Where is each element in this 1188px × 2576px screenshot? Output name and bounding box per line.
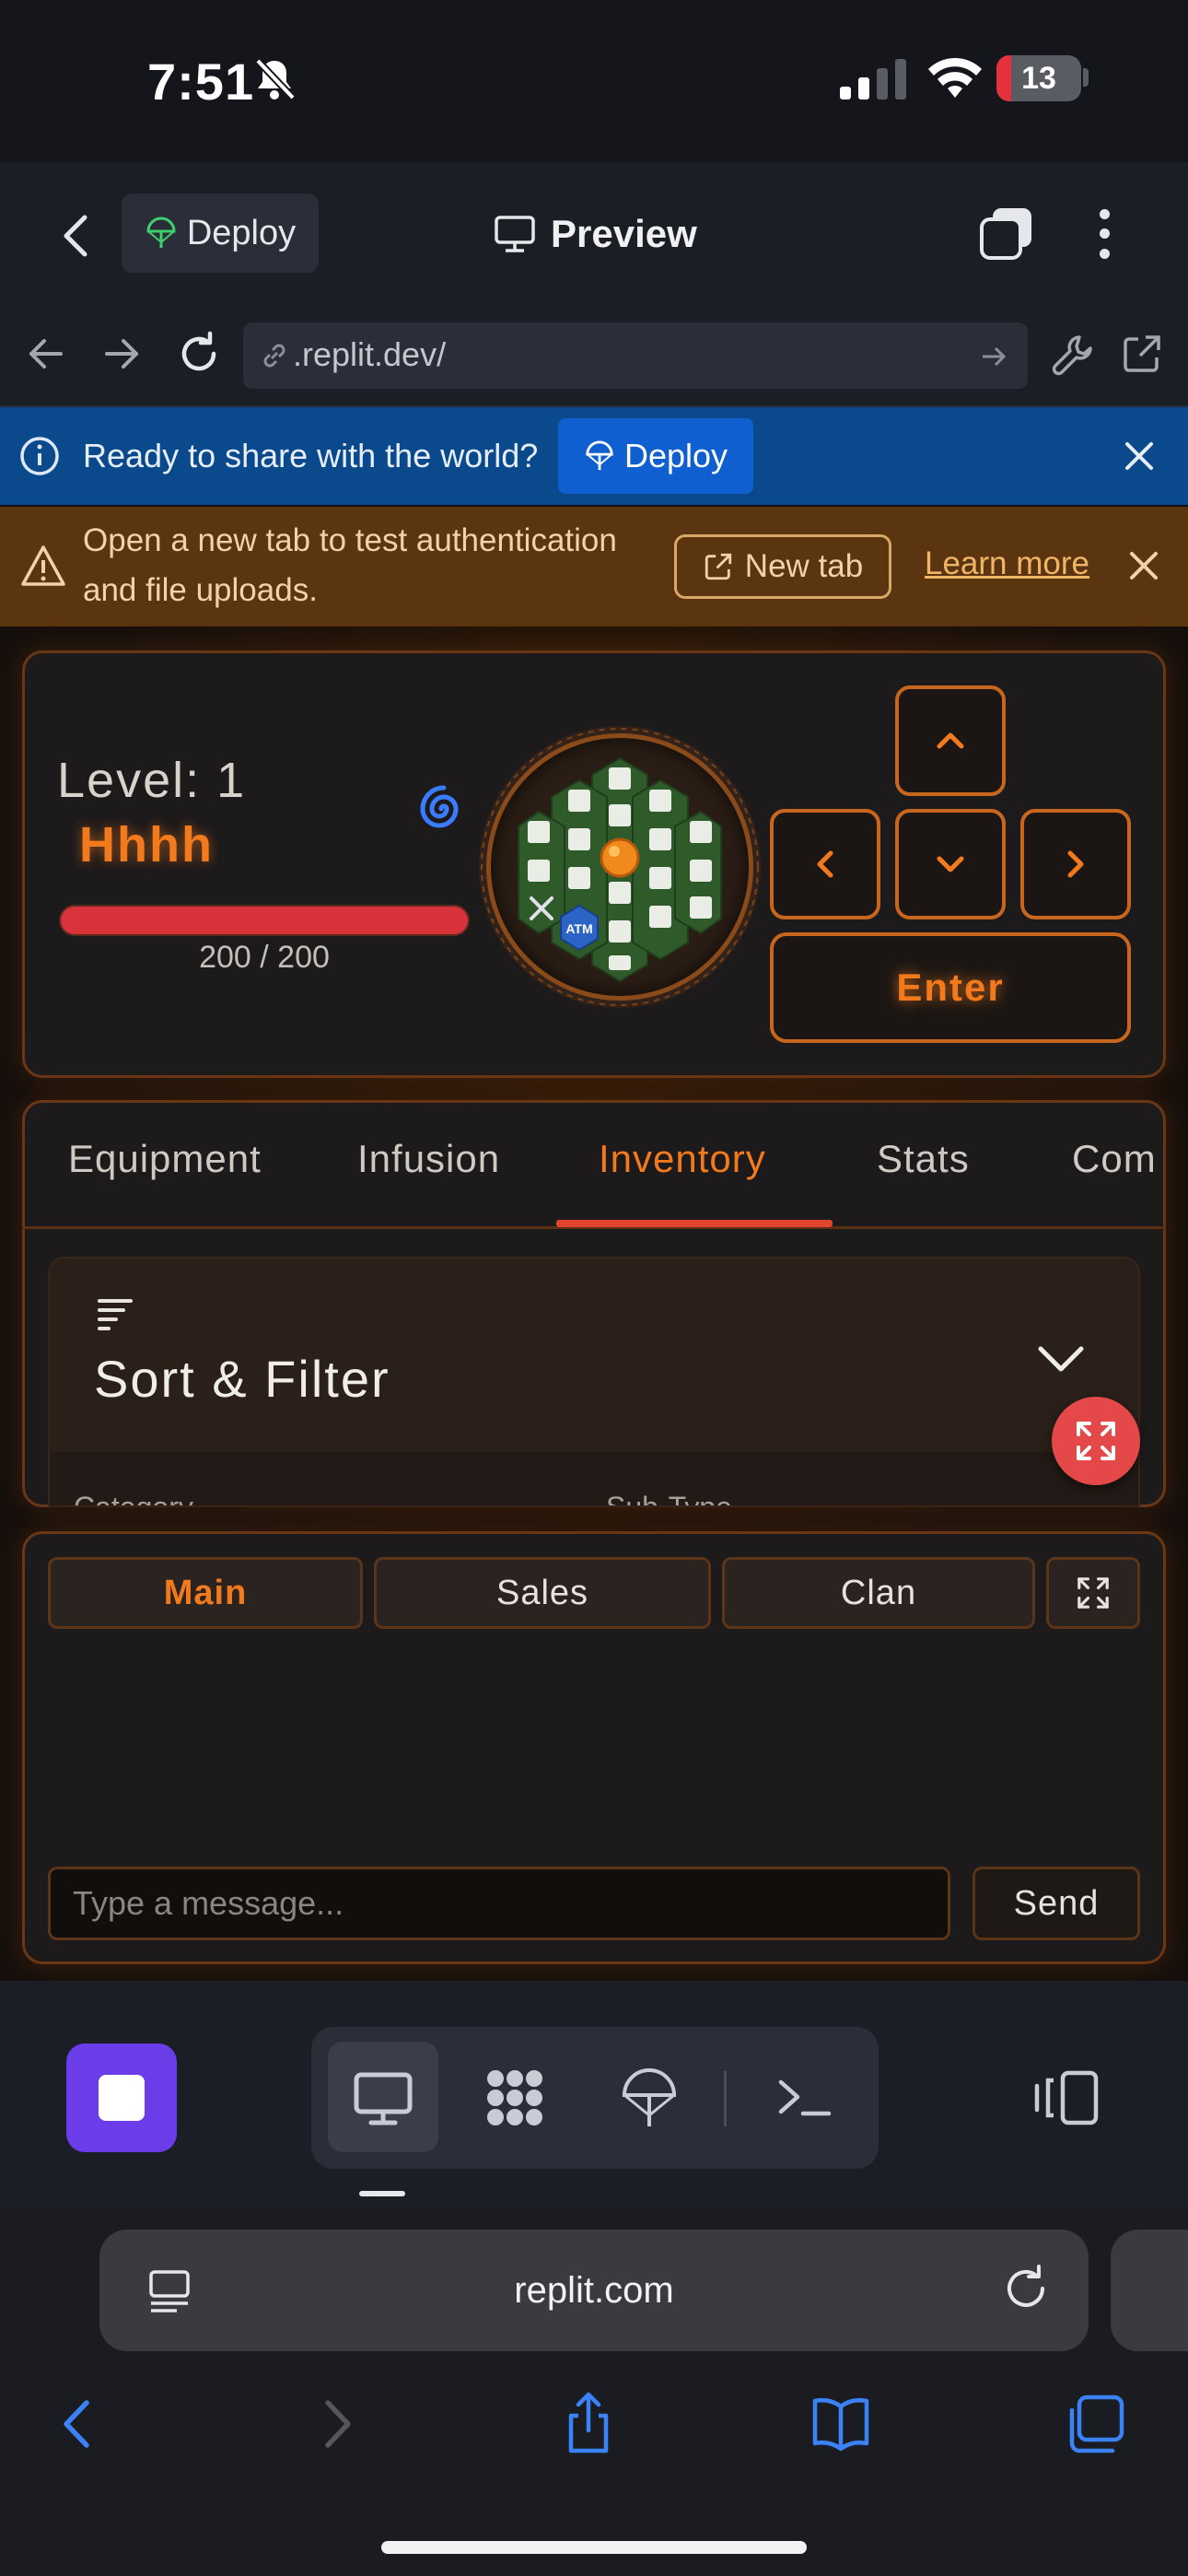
chat-message-input[interactable]: Type a message... [48, 1867, 950, 1940]
chat-placeholder: Type a message... [73, 1884, 344, 1922]
deploy-icon[interactable] [617, 2066, 681, 2130]
tab-combat[interactable]: Com [1072, 1137, 1157, 1181]
tabs-overview-icon[interactable] [1063, 2392, 1127, 2456]
chevron-down-icon [937, 856, 964, 872]
silent-bell-icon [255, 58, 296, 100]
info-icon [20, 437, 59, 475]
tabs-icon[interactable] [978, 205, 1035, 263]
hp-bar [59, 905, 470, 936]
level-label: Level: 1 [57, 753, 247, 808]
arrow-left-icon[interactable] [26, 334, 66, 374]
chevron-right-icon [1067, 850, 1084, 878]
url-bar[interactable]: .replit.dev/ [243, 322, 1028, 389]
status-time: 7:51 [147, 53, 255, 111]
level-value: 1 [216, 753, 247, 808]
share-icon[interactable] [556, 2392, 621, 2456]
tab-inventory[interactable]: Inventory [599, 1137, 766, 1181]
expand-arrows-icon [1077, 1577, 1109, 1609]
wifi-icon [928, 57, 982, 98]
stop-icon [99, 2075, 145, 2121]
send-button[interactable]: Send [973, 1867, 1140, 1940]
category-label: Category [74, 1491, 193, 1505]
chevron-left-icon [817, 850, 833, 878]
deploy-icon [586, 440, 613, 471]
battery-indicator: 13 [996, 55, 1081, 101]
chat-channel-sales[interactable]: Sales [374, 1557, 711, 1629]
dock-page-indicator [359, 2191, 405, 2196]
back-chevron-icon[interactable] [57, 212, 94, 260]
minimap-dashed-ring [481, 728, 759, 1006]
split-view-icon[interactable] [1031, 2069, 1101, 2126]
tab-equipment[interactable]: Equipment [68, 1137, 262, 1181]
move-up-button[interactable] [895, 685, 1006, 796]
hp-text: 200 / 200 [199, 940, 330, 975]
next-tab-peek[interactable] [1111, 2230, 1188, 2351]
signal-icon [840, 59, 906, 100]
monitor-icon[interactable] [351, 2066, 415, 2130]
more-options-icon[interactable] [1090, 205, 1118, 263]
move-right-button[interactable] [1020, 809, 1131, 919]
tab-infusion[interactable]: Infusion [357, 1137, 500, 1181]
reload-icon[interactable] [175, 330, 223, 378]
tab-bar: Equipment Infusion Inventory Stats Com [22, 1100, 1166, 1229]
chat-channel-main[interactable]: Main [48, 1557, 363, 1629]
stop-button[interactable] [66, 2043, 177, 2152]
filter-labels-row: Category Sub-Type [22, 1474, 1166, 1505]
workspace-grid-icon[interactable] [483, 2066, 547, 2130]
warning-icon [21, 545, 65, 586]
link-icon [263, 344, 285, 368]
close-icon[interactable] [1127, 549, 1160, 582]
go-arrow-icon[interactable] [980, 343, 1007, 370]
chevron-up-icon [937, 732, 964, 749]
url-text: .replit.dev/ [293, 335, 447, 373]
active-tab-indicator [556, 1220, 833, 1227]
safari-forward-icon [325, 2400, 351, 2448]
home-indicator [381, 2541, 807, 2554]
deploy-banner-message: Ready to share with the world? [83, 437, 539, 474]
chevron-down-icon[interactable] [1035, 1340, 1087, 1376]
chat-channel-clan[interactable]: Clan [722, 1557, 1035, 1629]
terminal-icon[interactable] [772, 2066, 836, 2130]
new-tab-button[interactable]: New tab [674, 534, 891, 599]
move-down-button[interactable] [895, 809, 1006, 919]
monitor-icon [495, 216, 535, 252]
dock-separator [724, 2071, 727, 2126]
player-name: Hhhh [79, 817, 214, 872]
enter-button[interactable]: Enter [770, 932, 1131, 1043]
reload-icon[interactable] [1000, 2263, 1052, 2314]
safari-back-icon[interactable] [46, 2392, 111, 2456]
chat-expand-button[interactable] [1046, 1557, 1140, 1629]
external-link-icon [705, 553, 731, 580]
filter-lines-icon [98, 1299, 133, 1330]
move-left-button[interactable] [770, 809, 880, 919]
deploy-button[interactable]: Deploy [122, 193, 319, 273]
auth-banner-message: Open a new tab to test authentication an… [83, 522, 617, 608]
arrow-right-icon[interactable] [101, 334, 142, 374]
subtype-label: Sub-Type [606, 1491, 732, 1505]
learn-more-link[interactable]: Learn more [925, 545, 1089, 582]
bookmarks-icon[interactable] [809, 2392, 873, 2456]
portal-swirl-icon[interactable] [416, 781, 472, 837]
wrench-icon[interactable] [1050, 332, 1096, 378]
page-menu-icon[interactable] [146, 2266, 193, 2314]
address-bar[interactable]: replit.com [99, 2230, 1089, 2351]
deploy-icon [146, 217, 176, 248]
tab-stats[interactable]: Stats [877, 1137, 970, 1181]
expand-arrows-icon [1077, 1422, 1115, 1460]
close-icon[interactable] [1122, 439, 1157, 474]
sort-filter-title: Sort & Filter [94, 1350, 390, 1408]
external-link-icon[interactable] [1120, 332, 1164, 376]
preview-title[interactable]: Preview [494, 205, 697, 263]
battery-nub [1083, 68, 1089, 87]
expand-fab[interactable] [1052, 1397, 1140, 1485]
banner-deploy-button[interactable]: Deploy [558, 418, 753, 494]
